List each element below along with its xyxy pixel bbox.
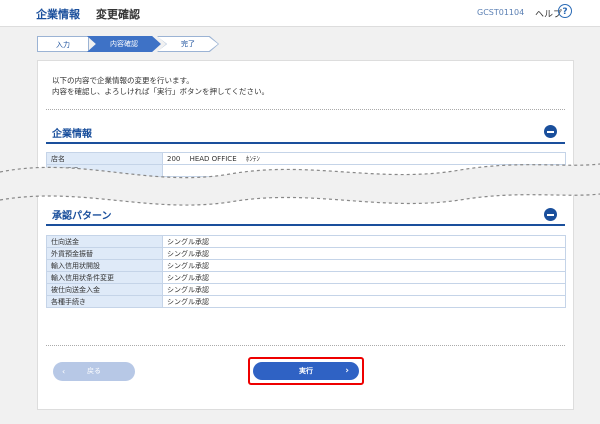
row-key: 被仕向送金入金 bbox=[46, 283, 163, 296]
row-key: 輸入信用状開設 bbox=[46, 259, 163, 272]
table-row: 輸入信用状開設 シングル承認 bbox=[46, 259, 566, 272]
intro-text: 以下の内容で企業情報の変更を行います。 内容を確認し、よろしければ「実行」ボタン… bbox=[52, 75, 269, 97]
table-row: 被仕向送金入金 シングル承認 bbox=[46, 283, 566, 296]
company-section-title: 企業情報 bbox=[52, 129, 92, 140]
page-break-tear bbox=[0, 163, 600, 206]
table-row: 各種手続き シングル承認 bbox=[46, 295, 566, 308]
row-value: シングル承認 bbox=[162, 271, 566, 284]
intro-line-2: 内容を確認し、よろしければ「実行」ボタンを押してください。 bbox=[52, 87, 270, 96]
step-complete: 完了 bbox=[158, 37, 218, 51]
step-confirm: 内容確認 bbox=[87, 36, 161, 52]
table-row: 仕向送金 シングル承認 bbox=[46, 235, 566, 248]
execute-button[interactable]: 実行 › bbox=[253, 362, 359, 380]
back-button[interactable]: ‹ 戻る bbox=[53, 362, 135, 381]
collapse-company-icon[interactable] bbox=[544, 125, 557, 138]
company-section-rule bbox=[46, 142, 565, 144]
row-key: 外貨預金振替 bbox=[46, 247, 163, 260]
breadcrumb-company[interactable]: 企業情報 bbox=[36, 6, 80, 22]
intro-line-1: 以下の内容で企業情報の変更を行います。 bbox=[52, 76, 194, 85]
approval-section-rule bbox=[46, 224, 565, 226]
row-value: シングル承認 bbox=[162, 295, 566, 308]
page-title: 変更確認 bbox=[96, 8, 140, 21]
main-panel: 以下の内容で企業情報の変更を行います。 内容を確認し、よろしければ「実行」ボタン… bbox=[37, 60, 574, 410]
chevron-right-icon: › bbox=[345, 366, 349, 376]
row-value: シングル承認 bbox=[162, 283, 566, 296]
divider bbox=[46, 109, 565, 110]
row-key: 仕向送金 bbox=[46, 235, 163, 248]
row-key: 輸入信用状条件変更 bbox=[46, 271, 163, 284]
approval-table: 仕向送金 シングル承認 外貨預金振替 シングル承認 輸入信用状開設 シングル承認… bbox=[46, 235, 566, 308]
divider bbox=[46, 345, 565, 346]
row-value: シングル承認 bbox=[162, 259, 566, 272]
row-value: シングル承認 bbox=[162, 235, 566, 248]
execute-button-label: 実行 bbox=[299, 367, 313, 375]
back-button-label: 戻る bbox=[87, 367, 101, 375]
table-row: 輸入信用状条件変更 シングル承認 bbox=[46, 271, 566, 284]
screen-code: GCST01104 bbox=[477, 8, 525, 17]
step-input: 入力 bbox=[37, 36, 89, 52]
table-row: 外貨預金振替 シングル承認 bbox=[46, 247, 566, 260]
top-header: 企業情報 変更確認 GCST01104 ヘルプ ? bbox=[0, 0, 600, 27]
chevron-left-icon: ‹ bbox=[62, 367, 66, 376]
question-circle-icon[interactable]: ? bbox=[558, 4, 572, 18]
row-key: 各種手続き bbox=[46, 295, 163, 308]
row-value: シングル承認 bbox=[162, 247, 566, 260]
